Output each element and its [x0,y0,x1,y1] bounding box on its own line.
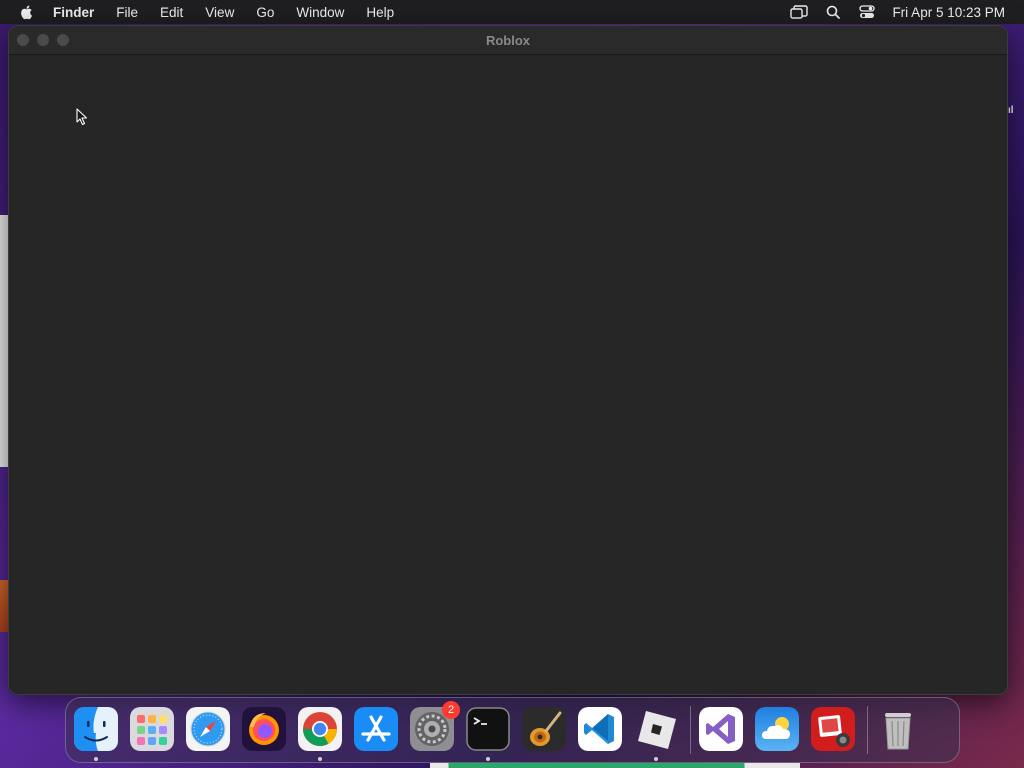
control-center-icon[interactable] [858,4,876,20]
launchpad-icon [130,707,174,751]
dock-item-garageband[interactable] [522,707,568,753]
dock-item-visual-studio[interactable] [699,707,745,753]
menu-window[interactable]: Window [296,5,344,20]
dock-separator [690,706,691,754]
menu-go[interactable]: Go [256,5,274,20]
garageband-icon [522,707,566,751]
screen-mirroring-icon[interactable] [790,4,809,20]
roblox-window: Roblox [8,25,1008,695]
weather-icon [755,707,799,751]
notification-badge: 2 [442,701,460,719]
window-title-bar[interactable]: Roblox [9,26,1007,55]
menu-help[interactable]: Help [366,5,394,20]
menu-bar: Finder File Edit View Go Window Help Fri… [0,0,1024,24]
trash-icon [876,707,920,751]
running-indicator [486,757,490,761]
dock-item-app-store[interactable] [354,707,400,753]
dock-item-finder[interactable] [74,707,120,761]
background-window-edge-bottom [430,763,800,768]
menu-edit[interactable]: Edit [160,5,183,20]
terminal-icon [466,707,510,751]
dock-item-system-preferences[interactable]: 2 [410,701,460,753]
window-controls [17,34,69,46]
photo-booth-icon [811,707,855,751]
apple-logo-icon[interactable] [19,4,35,20]
close-window-button[interactable] [17,34,29,46]
background-wallpaper-mark: ıl [1008,105,1014,116]
zoom-window-button[interactable] [57,34,69,46]
dock-item-roblox[interactable] [634,707,680,761]
dock: 2 [65,697,960,763]
roblox-icon [634,707,678,751]
firefox-icon [242,707,286,751]
menu-file[interactable]: File [116,5,138,20]
vscode-icon [578,707,622,751]
chrome-icon [298,707,342,751]
safari-icon [186,707,230,751]
menu-view[interactable]: View [205,5,234,20]
menu-app-name[interactable]: Finder [53,5,94,20]
dock-item-launchpad[interactable] [130,707,176,753]
dock-item-weather[interactable] [755,707,801,753]
window-title: Roblox [485,32,531,48]
dock-item-trash[interactable] [876,707,922,753]
running-indicator [654,757,658,761]
dock-item-vscode[interactable] [578,707,624,753]
dock-item-firefox[interactable] [242,707,288,753]
mouse-pointer-icon [76,108,88,126]
minimize-window-button[interactable] [37,34,49,46]
dock-item-safari[interactable] [186,707,232,753]
dock-item-chrome[interactable] [298,707,344,761]
spotlight-search-icon[interactable] [824,4,842,20]
dock-separator [867,706,868,754]
window-content-area[interactable] [9,55,1007,694]
finder-icon [74,707,118,751]
menu-bar-clock[interactable]: Fri Apr 5 10:23 PM [892,5,1005,20]
running-indicator [94,757,98,761]
dock-item-photo-booth[interactable] [811,707,857,753]
dock-item-terminal[interactable] [466,707,512,761]
app-store-icon [354,707,398,751]
visual-studio-icon [699,707,743,751]
running-indicator [318,757,322,761]
